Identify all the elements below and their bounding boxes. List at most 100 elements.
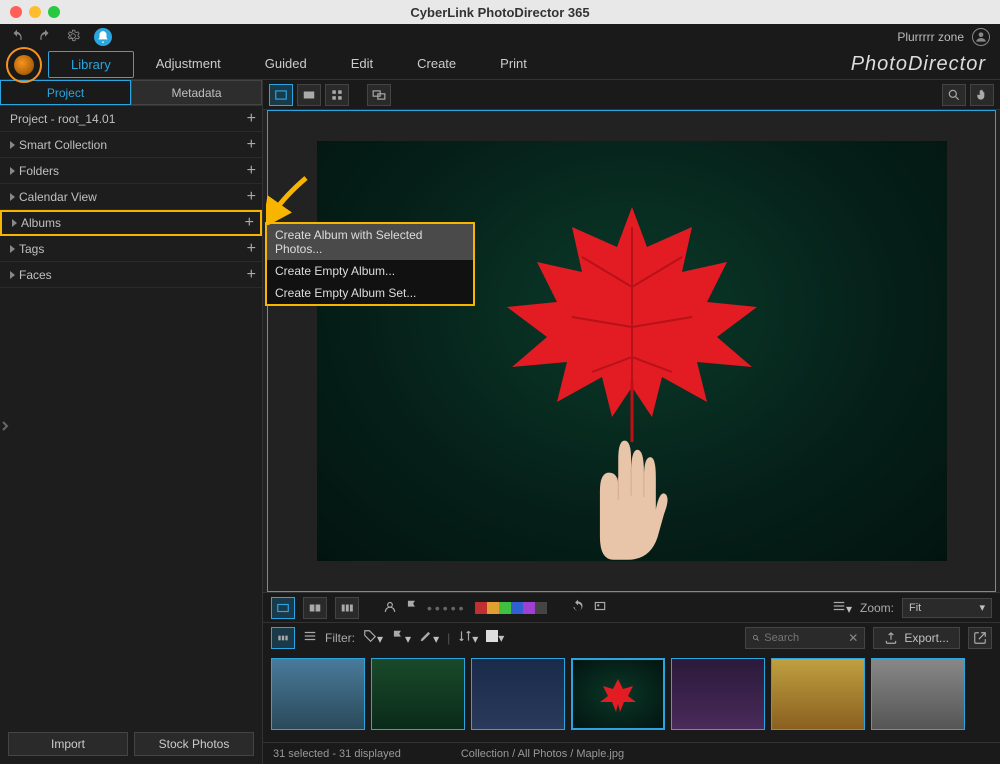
zoom-label: Zoom: [860,601,894,615]
view-single-icon[interactable] [269,84,293,106]
project-name: Project - root_14.01 [10,112,115,126]
export-label: Export... [904,631,949,645]
histogram-icon[interactable]: ▾ [832,599,852,616]
nav-tab-create[interactable]: Create [395,51,478,78]
sidebar-item-folders[interactable]: Folders + [0,158,262,184]
add-icon[interactable]: + [247,162,256,180]
layout-single-icon[interactable] [271,597,295,619]
filter-bar: Filter: ▾ ▾ ▾ | ▾ ▾ ✕ Export... [263,622,1000,652]
color-swatch[interactable] [475,602,487,614]
view-options-bar: ••••• ▾ Zoom: Fit ▾ [263,592,1000,622]
nav-tab-guided[interactable]: Guided [243,51,329,78]
redo-icon[interactable] [38,29,52,46]
thumbnail[interactable] [471,658,565,730]
rotate-icon[interactable] [571,599,585,616]
export-button[interactable]: Export... [873,627,960,649]
thumbnail[interactable] [871,658,965,730]
sort-icon[interactable]: ▾ [458,629,478,646]
maximize-window-icon[interactable] [48,6,60,18]
add-icon[interactable]: + [247,136,256,154]
window-titlebar: CyberLink PhotoDirector 365 [0,0,1000,24]
expand-panel-icon[interactable] [0,410,10,442]
add-icon[interactable]: + [247,188,256,206]
nav-tab-print[interactable]: Print [478,51,549,78]
sidebar-item-tags[interactable]: Tags+ [0,236,262,262]
notifications-icon[interactable] [94,28,112,46]
nav-tab-library[interactable]: Library [48,51,134,78]
context-menu-item[interactable]: Create Empty Album... [267,260,473,282]
sidebar-item-label: Folders [19,164,59,178]
color-swatch[interactable] [511,602,523,614]
stock-photos-button[interactable]: Stock Photos [134,732,254,756]
import-button[interactable]: Import [8,732,128,756]
color-swatch[interactable] [535,602,547,614]
search-input[interactable] [764,632,844,644]
export-icon [884,631,898,645]
list-icon[interactable] [303,629,317,646]
zoom-tool-icon[interactable] [942,84,966,106]
sidebar-item-smart-collection[interactable]: Smart Collection+ [0,132,262,158]
color-swatch[interactable] [499,602,511,614]
expand-triangle-icon [10,271,15,279]
sidebar-item-calendar-view[interactable]: Calendar View + [0,184,262,210]
add-icon[interactable]: + [247,240,256,258]
nav-tab-adjustment[interactable]: Adjustment [134,51,243,78]
filter-flag-icon[interactable]: ▾ [391,629,411,646]
label-color-icon[interactable]: ▾ [486,630,504,645]
thumbnail-image [872,659,964,729]
color-swatch[interactable] [523,602,535,614]
pan-tool-icon[interactable] [970,84,994,106]
share-icon[interactable] [968,627,992,649]
view-original-icon[interactable] [593,599,607,616]
thumbnail[interactable] [571,658,665,730]
sidebar-item-albums[interactable]: Albums+ [0,210,262,236]
photo-viewer[interactable] [267,110,996,592]
main-nav: LibraryAdjustmentGuidedEditCreatePrint P… [0,50,1000,80]
thumbnail[interactable] [771,658,865,730]
filter-tag-icon[interactable]: ▾ [363,629,383,646]
top-toolbar: Plurrrrr zone [0,24,1000,50]
tab-project[interactable]: Project [0,80,131,105]
user-zone[interactable]: Plurrrrr zone [897,28,990,46]
clear-search-icon[interactable]: ✕ [848,631,858,645]
add-icon[interactable]: + [247,266,256,284]
close-window-icon[interactable] [10,6,22,18]
color-labels[interactable] [475,602,547,614]
thumbnail[interactable] [371,658,465,730]
project-header[interactable]: Project - root_14.01 + [0,106,262,132]
thumb-size-icon[interactable] [271,627,295,649]
context-menu-item[interactable]: Create Album with Selected Photos... [267,224,473,260]
expand-triangle-icon [12,219,17,227]
breadcrumb-path: Collection / All Photos / Maple.jpg [461,748,624,760]
minimize-window-icon[interactable] [29,6,41,18]
nav-tab-edit[interactable]: Edit [329,51,395,78]
filmstrip[interactable] [263,652,1000,742]
selection-count: 31 selected - 31 displayed [273,748,401,760]
flag-icon[interactable] [405,599,419,616]
sidebar-item-faces[interactable]: Faces+ [0,262,262,288]
view-compare-icon[interactable] [297,84,321,106]
context-menu-item[interactable]: Create Empty Album Set... [267,282,473,304]
app-logo-icon[interactable] [6,47,42,83]
view-grid-icon[interactable] [325,84,349,106]
add-project-icon[interactable]: + [247,110,256,128]
search-box[interactable]: ✕ [745,627,865,649]
add-icon[interactable]: + [245,214,254,232]
sidebar-item-label: Calendar View [19,190,97,204]
secondary-display-icon[interactable] [367,84,391,106]
rating-dots[interactable]: ••••• [427,600,467,616]
layout-split-icon[interactable] [303,597,327,619]
filter-edit-icon[interactable]: ▾ [419,629,439,646]
settings-icon[interactable] [66,29,80,46]
face-tag-icon[interactable] [383,599,397,616]
sidebar: Project Metadata Project - root_14.01 + … [0,80,263,764]
thumbnail-image [573,660,663,728]
color-swatch[interactable] [487,602,499,614]
undo-icon[interactable] [10,29,24,46]
zoom-select[interactable]: Fit ▾ [902,598,992,618]
layout-multi-icon[interactable] [335,597,359,619]
thumbnail[interactable] [671,658,765,730]
thumbnail[interactable] [271,658,365,730]
tab-metadata[interactable]: Metadata [131,80,262,105]
thumbnail-image [372,659,464,729]
